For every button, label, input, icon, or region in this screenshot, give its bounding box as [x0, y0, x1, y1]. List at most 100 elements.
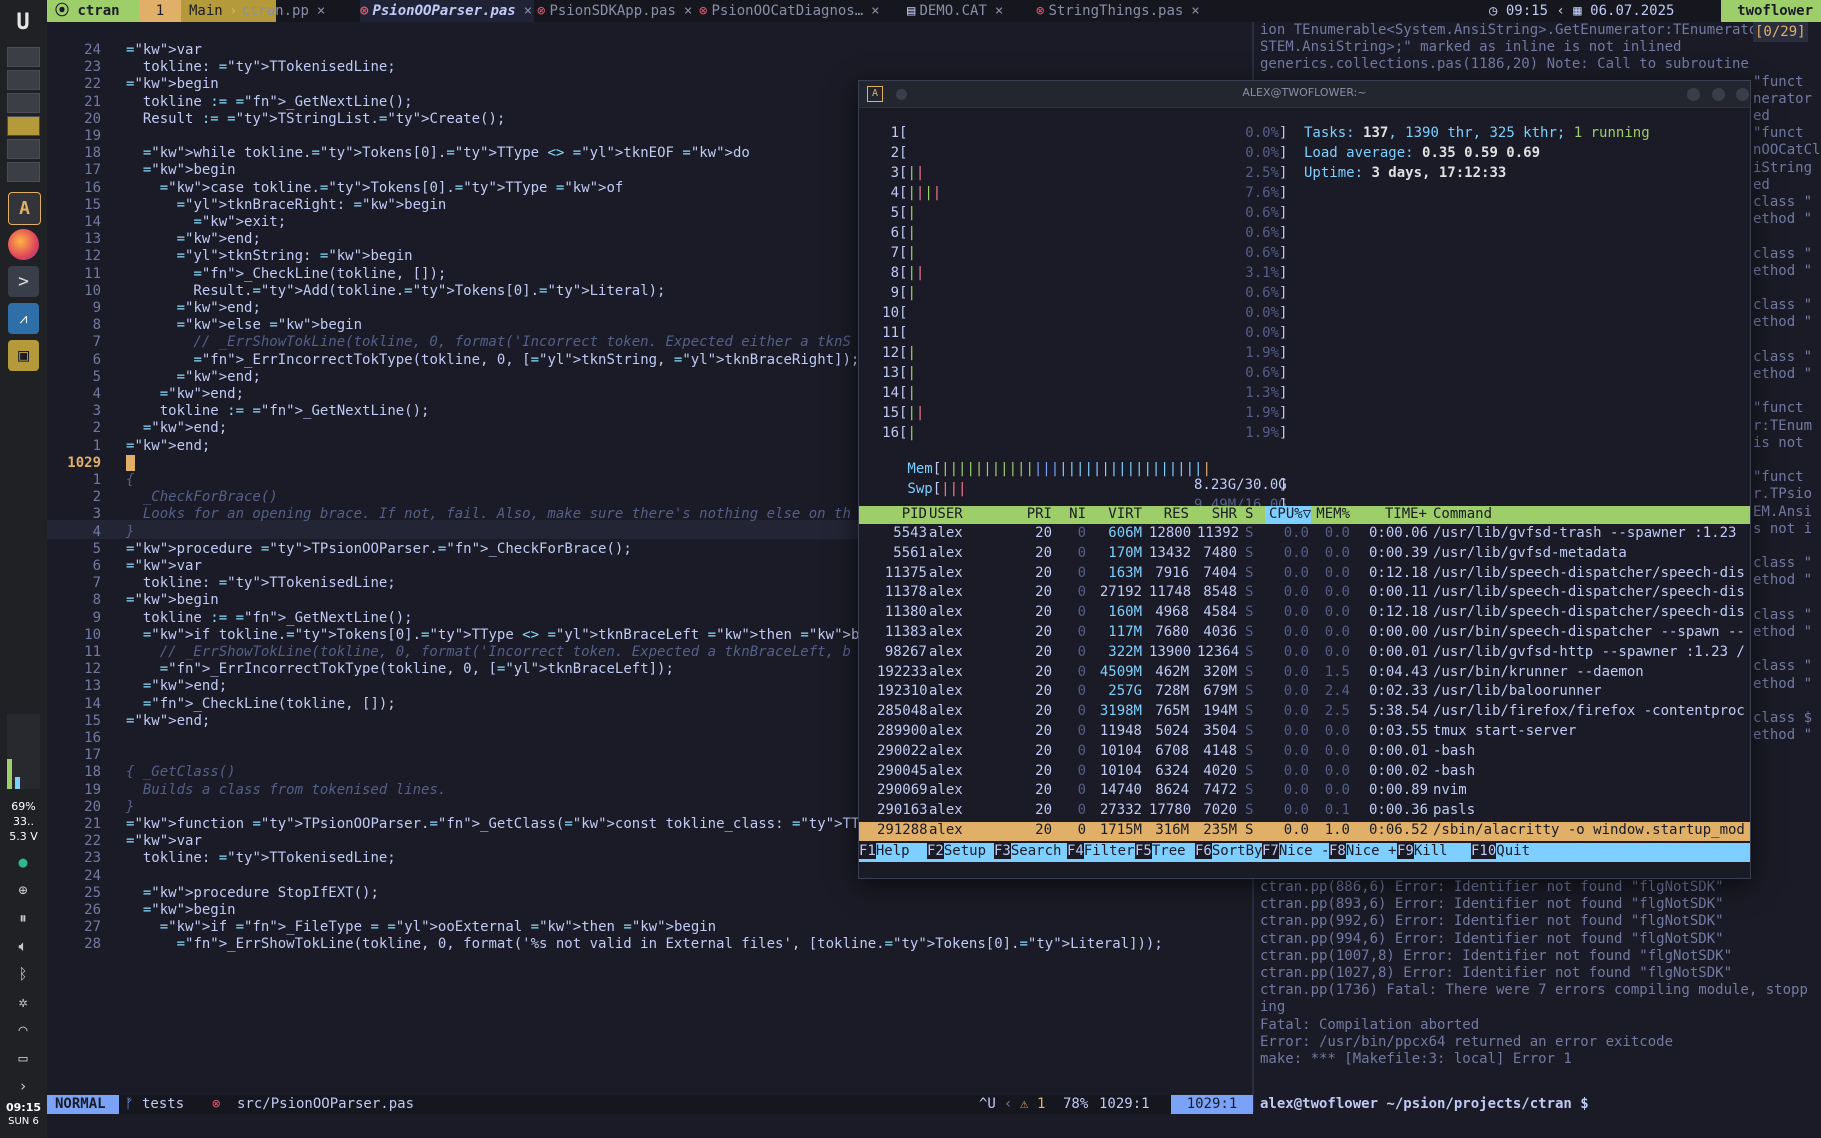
column-header-pri[interactable]: PRI — [1019, 506, 1052, 522]
process-row[interactable]: 290045 alex 20 0 10104 6324 4020 S 0.0 0.0 0:00.02… — [859, 763, 1750, 782]
close-tab-icon[interactable]: × — [684, 3, 692, 19]
code-line[interactable]: ="kw">if ="fn">_FileType = ="yl">ooExter… — [126, 919, 716, 935]
code-line[interactable]: ="yl">tknString: ="kw">begin — [126, 248, 413, 264]
workspace-2[interactable] — [7, 70, 40, 90]
workspace-5[interactable] — [7, 139, 40, 159]
battery-icon[interactable]: ▭ — [12, 1047, 34, 1069]
editor-tab[interactable]: ⊗ PsionSDKApp.pas × — [537, 0, 697, 22]
editor-tab[interactable]: ▤ DEMO.CAT × — [907, 0, 1033, 22]
code-line[interactable]: ="kw">end; — [126, 231, 261, 247]
fkey-search[interactable]: F3Search — [994, 843, 1061, 859]
tmux-session[interactable]: ⦿ ctran — [47, 0, 139, 22]
fkey-help[interactable]: F1Help — [859, 843, 910, 859]
close-button[interactable] — [1736, 88, 1749, 101]
process-row[interactable]: 192310 alex 20 0 257G 728M 679M S 0.0 2.4 0:02.33/… — [859, 683, 1750, 702]
close-tab-icon[interactable]: × — [1191, 3, 1199, 19]
code-line[interactable]: Looks for an opening brace. If not, fail… — [126, 506, 851, 522]
code-line[interactable]: } — [126, 524, 134, 540]
process-row[interactable]: 289900 alex 20 0 11948 5024 3504 S 0.0 0.0 0:03.55… — [859, 723, 1750, 742]
bluetooth-icon[interactable]: ᛒ — [12, 963, 34, 985]
fkey-filter[interactable]: F4Filter — [1067, 843, 1134, 859]
process-row[interactable]: 11380 alex 20 0 160M 4968 4584 S 0.0 0.0 0:12.18/u… — [859, 604, 1750, 623]
editor-tab[interactable]: › ctran.pp × — [229, 0, 357, 22]
code-line[interactable]: ="kw">procedure StopIfEXT(); — [126, 885, 379, 901]
code-line[interactable]: ="kw">begin — [126, 162, 236, 178]
code-line[interactable]: ="fn">_ErrShowTokLine(tokline, 0, format… — [126, 936, 1163, 952]
process-row[interactable]: 11375 alex 20 0 163M 7916 7404 S 0.0 0.0 0:12.18/u… — [859, 565, 1750, 584]
code-line[interactable]: tokline: ="ty">TTokenisedLine; — [126, 850, 396, 866]
code-line[interactable]: ="kw">var — [126, 558, 202, 574]
column-header-virt[interactable]: VIRT — [1092, 506, 1142, 522]
fkey-tree[interactable]: F5Tree — [1135, 843, 1186, 859]
close-tab-icon[interactable]: × — [317, 3, 325, 19]
column-header-pid[interactable]: PID — [877, 506, 927, 522]
editor-tab[interactable]: ⊗ StringThings.pas × — [1036, 0, 1216, 22]
code-line[interactable]: ="fn">_CheckLine(tokline, []); — [126, 696, 396, 712]
editor-tab[interactable]: ⊗ PsionOOParser.pas × — [360, 0, 534, 22]
process-row[interactable]: 5561 alex 20 0 170M 13432 7480 S 0.0 0.0 0:00.39/u… — [859, 545, 1750, 564]
code-line[interactable]: ="yl">tknBraceRight: ="kw">begin — [126, 197, 447, 213]
code-line[interactable]: ="kw">begin — [126, 902, 236, 918]
column-header-mem[interactable]: MEM% — [1315, 506, 1350, 522]
column-header-ni[interactable]: NI — [1059, 506, 1086, 522]
expand-tray-icon[interactable]: › — [12, 1075, 34, 1097]
close-tab-icon[interactable]: × — [871, 3, 879, 19]
firefox-icon[interactable] — [8, 229, 39, 260]
fkey-sortby[interactable]: F6SortBy — [1195, 843, 1262, 859]
code-line[interactable]: ="kw">procedure ="ty">TPsionOOParser.="f… — [126, 541, 632, 557]
code-line[interactable]: ="kw">end; — [126, 300, 261, 316]
fkey-nice-plus[interactable]: F8Nice + — [1329, 843, 1396, 859]
code-line[interactable]: ="kw">else ="kw">begin — [126, 317, 362, 333]
code-line[interactable]: ="fn">_CheckLine(tokline, []); — [126, 266, 446, 282]
column-header-command[interactable]: Command — [1433, 506, 1750, 522]
code-line[interactable]: { _GetClass() — [126, 764, 236, 780]
minimize-button[interactable] — [1687, 88, 1700, 101]
workspace-4-active[interactable] — [7, 116, 40, 136]
column-header-shr[interactable]: SHR — [1197, 506, 1237, 522]
close-tab-icon[interactable]: × — [524, 3, 532, 19]
code-line[interactable]: tokline: ="ty">TTokenisedLine; — [126, 59, 396, 75]
process-row[interactable]: 98267 alex 20 0 322M 13900 12364 S 0.0 0.0 0:00.01… — [859, 644, 1750, 663]
process-row[interactable]: 290069 alex 20 0 14740 8624 7472 S 0.0 0.0 0:00.89… — [859, 782, 1750, 801]
column-header-user[interactable]: USER — [929, 506, 1009, 522]
htop-titlebar[interactable]: A ALEX@TWOFLOWER:~ — [859, 81, 1750, 108]
code-line[interactable]: Result.="ty">Add(tokline.="ty">Tokens[0]… — [126, 283, 665, 299]
fkey-setup[interactable]: F2Setup — [927, 843, 986, 859]
code-line[interactable]: ="kw">end; — [126, 713, 210, 729]
fkey-kill[interactable]: F9Kill — [1397, 843, 1448, 859]
column-header-cpu[interactable]: CPU%▽ — [1269, 506, 1311, 522]
code-line[interactable]: ="kw">end; — [126, 420, 227, 436]
tmux-window-index[interactable]: 1 — [139, 0, 181, 22]
code-line[interactable]: ="kw">case tokline.="ty">Tokens[0].="ty"… — [126, 180, 624, 196]
workspace-3[interactable] — [7, 93, 40, 113]
wifi-icon[interactable]: ◠ — [12, 1019, 34, 1041]
dock-clock[interactable]: 09:15 — [0, 1101, 47, 1114]
system-monitor-icon[interactable]: ⩘ — [8, 303, 39, 334]
column-header-res[interactable]: RES — [1149, 506, 1189, 522]
workspace-1[interactable] — [7, 47, 40, 67]
code-line[interactable]: ="kw">var — [126, 833, 202, 849]
maximize-button[interactable] — [1712, 88, 1725, 101]
close-tab-icon[interactable]: × — [995, 3, 1003, 19]
code-line[interactable]: Result := ="ty">TStringList.="ty">Create… — [126, 111, 506, 127]
fkey-nice-minus[interactable]: F7Nice - — [1262, 843, 1329, 859]
code-line[interactable]: ="kw">end; — [126, 386, 244, 402]
network-manager-icon[interactable]: ● — [12, 851, 34, 873]
workspace-6[interactable] — [7, 162, 40, 182]
media-pause-icon[interactable]: ⏸ — [12, 907, 34, 929]
code-line[interactable]: ="kw">while tokline.="ty">Tokens[0].="ty… — [126, 145, 750, 161]
process-row[interactable]: 285048 alex 20 0 3198M 765M 194M S 0.0 2.5 5:38.54… — [859, 703, 1750, 722]
code-line[interactable]: // _ErrShowTokLine(tokline, 0, format('I… — [126, 644, 851, 660]
distro-logo[interactable]: U — [10, 12, 36, 34]
process-row[interactable]: 290022 alex 20 0 10104 6708 4148 S 0.0 0.0 0:00.01… — [859, 743, 1750, 762]
updates-icon[interactable]: ⊕ — [12, 879, 34, 901]
editor-tab[interactable]: ⊗ PsionOOCatDiagnos… × — [699, 0, 904, 22]
process-row[interactable]: 290163 alex 20 0 27332 17780 7020 S 0.0 0.1 0:00.3… — [859, 802, 1750, 821]
column-header-s[interactable]: S — [1245, 506, 1259, 522]
fkey-quit[interactable]: F10Quit — [1471, 843, 1530, 859]
process-row[interactable]: 291288 alex 20 0 1715M 316M 235M S 0.0 1.0 0:06.52… — [859, 822, 1750, 841]
code-line[interactable]: } — [126, 799, 134, 815]
shell-prompt[interactable]: alex@twoflower ~/psion/projects/ctran $ — [1260, 1096, 1589, 1112]
code-line[interactable]: tokline := ="fn">_GetNextLine(); — [126, 94, 413, 110]
code-line[interactable]: ="fn">_ErrIncorrectTokType(tokline, 0, [… — [126, 352, 859, 368]
